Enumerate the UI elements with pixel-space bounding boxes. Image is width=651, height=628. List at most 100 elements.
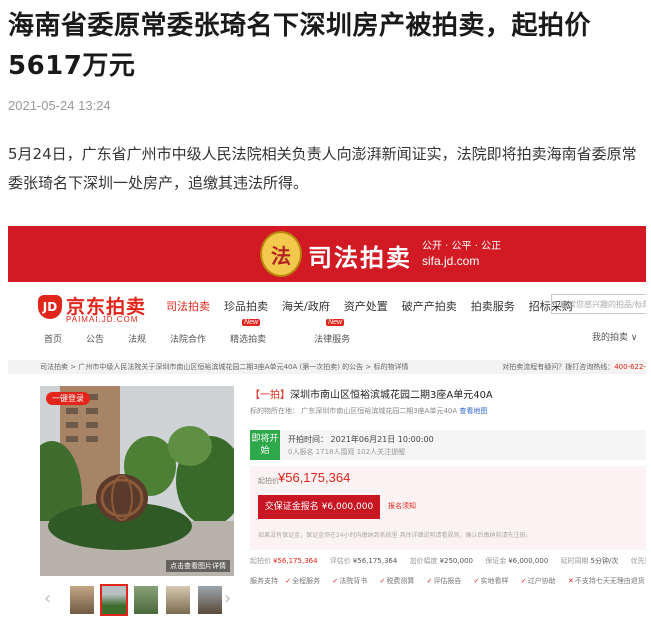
breadcrumb-text[interactable]: 司法拍卖 > 广州市中级人民法院关于深圳市南山区恒裕滨城花园二期3座A单元40A… bbox=[40, 363, 408, 371]
garden-sculpture-image bbox=[40, 386, 234, 576]
judicial-auction-banner: 法 司法拍卖 公开 · 公平 · 公正 sifa.jd.com bbox=[8, 226, 646, 282]
lot-title-text: 深圳市南山区恒裕滨城花园二期3座A单元40A bbox=[290, 390, 493, 401]
auction-params: 起拍价 ¥56,175,364 评估价 ¥56,175,364 加价幅度 ¥250,0… bbox=[250, 556, 646, 566]
deposit-tip: 如果没有保证金，保证金须在24小时内缴纳到系统里 具体详细说明请看规则，确认后缴… bbox=[258, 532, 532, 539]
price-box: 起拍价 ¥56,175,364 交保证金报名 ¥6,000,000 报名须知 如… bbox=[250, 466, 646, 550]
subnav-home[interactable]: 首页 bbox=[44, 332, 62, 345]
param-item: 延时周期 5分钟/次 bbox=[561, 557, 624, 565]
court-emblem-icon: 法 bbox=[260, 231, 302, 277]
article-paragraph: 5月24日，广东省广州市中级人民法院相关负责人向澎湃新闻证实，法院即将拍卖海南省… bbox=[8, 145, 637, 192]
param-label: 保证金 bbox=[485, 557, 507, 565]
start-time: 开拍时间： 2021年06月21日 10:00:00 bbox=[288, 435, 434, 444]
article-title: 海南省委原常委张琦名下深圳房产被拍卖，起拍价5617万元 bbox=[8, 11, 592, 81]
status-badge: 即将开始 bbox=[250, 430, 280, 460]
service-item: ✓税费测算 bbox=[379, 577, 419, 585]
search-input[interactable]: 搜索您感兴趣的拍品/标题/位置/案号 bbox=[551, 294, 646, 314]
service-item: ✓评估报告 bbox=[427, 577, 467, 585]
thumbnail[interactable] bbox=[166, 586, 190, 614]
thumbnail-strip: ‹ › bbox=[40, 584, 234, 616]
check-icon: ✓ bbox=[426, 577, 433, 585]
my-auction-menu[interactable]: 我的拍卖 ∨ bbox=[592, 330, 637, 343]
thumbnail[interactable] bbox=[100, 584, 128, 616]
nav-asset-disposal[interactable]: 资产处置 bbox=[344, 298, 388, 314]
subnav-announcement[interactable]: 公告 bbox=[86, 332, 104, 345]
starting-price: ¥56,175,364 bbox=[278, 470, 351, 485]
thumb-next-icon[interactable]: › bbox=[224, 588, 231, 609]
property-photo[interactable]: 一键登录 点击查看图片详情 bbox=[40, 386, 234, 576]
map-link[interactable]: 查看地图 bbox=[459, 407, 487, 415]
param-value: ¥56,175,364 bbox=[273, 557, 318, 565]
nav-customs-government[interactable]: 海关/政府 bbox=[282, 298, 330, 314]
subnav-featured[interactable]: 精选拍卖 New bbox=[230, 319, 290, 345]
sub-nav: 首页 公告 法规 法院合作 精选拍卖 New 法律服务 New bbox=[44, 319, 398, 345]
subnav-legal-label: 法律服务 bbox=[314, 335, 351, 345]
price-label: 起拍价 bbox=[258, 477, 279, 485]
location-text: 标的物所在地： 广东深圳市南山区恒裕滨城花园二期3座A单元40A bbox=[250, 407, 458, 415]
service-label[interactable]: 税费测算 bbox=[386, 577, 414, 585]
subnav-laws[interactable]: 法规 bbox=[128, 332, 146, 345]
service-item: ✕不支持七天无理由退货 bbox=[568, 577, 646, 585]
service-label[interactable]: 过户协助 bbox=[528, 577, 556, 585]
photo-caption[interactable]: 点击查看图片详情 bbox=[166, 560, 230, 572]
lot-info: 【一拍】深圳市南山区恒裕滨城花园二期3座A单元40A 标的物所在地： 广东深圳市… bbox=[250, 386, 646, 585]
jd-logo-icon[interactable]: JD bbox=[38, 295, 62, 319]
pay-deposit-button[interactable]: 交保证金报名 ¥6,000,000 bbox=[258, 495, 380, 519]
nav-collectibles[interactable]: 珍品拍卖 bbox=[224, 298, 268, 314]
new-badge: New bbox=[326, 319, 345, 326]
thumbnail[interactable] bbox=[198, 586, 222, 614]
subnav-legal-service[interactable]: 法律服务 New bbox=[314, 319, 374, 345]
service-label[interactable]: 全程服务 bbox=[292, 577, 320, 585]
status-box: 即将开始 开拍时间： 2021年06月21日 10:00:00 0人报名 171… bbox=[250, 430, 646, 460]
param-item: 保证金 ¥6,000,000 bbox=[485, 557, 553, 565]
param-value: ¥250,000 bbox=[439, 557, 473, 565]
cross-icon: ✕ bbox=[567, 577, 574, 585]
param-label: 延时周期 bbox=[560, 557, 589, 565]
param-label: 优先购买权人 bbox=[630, 557, 646, 565]
banner-url: sifa.jd.com bbox=[422, 254, 480, 268]
param-item: 优先购买权人无 bbox=[631, 557, 646, 565]
nav-auction-service[interactable]: 拍卖服务 bbox=[471, 298, 515, 314]
param-label: 加价幅度 bbox=[409, 557, 438, 565]
check-icon: ✓ bbox=[285, 577, 292, 585]
param-value: ¥56,175,364 bbox=[352, 557, 398, 565]
service-label[interactable]: 不支持七天无理由退货 bbox=[575, 577, 645, 585]
new-badge: New bbox=[242, 319, 261, 326]
service-label[interactable]: 法院背书 bbox=[339, 577, 367, 585]
subnav-court-partners[interactable]: 法院合作 bbox=[170, 332, 206, 345]
lot-round: 【一拍】 bbox=[250, 390, 290, 401]
registration-notice-link[interactable]: 报名须知 bbox=[388, 501, 416, 511]
service-label[interactable]: 实地看样 bbox=[481, 577, 509, 585]
param-label: 起拍价 bbox=[250, 557, 271, 565]
hotline-phone: 400-622- bbox=[614, 363, 646, 371]
nav-judicial-auction[interactable]: 司法拍卖 bbox=[166, 298, 210, 314]
param-item: 加价幅度 ¥250,000 bbox=[410, 557, 478, 565]
thumbnail[interactable] bbox=[134, 586, 158, 614]
lot-location: 标的物所在地： 广东深圳市南山区恒裕滨城花园二期3座A单元40A 查看地图 bbox=[250, 406, 646, 416]
check-icon: ✓ bbox=[520, 577, 527, 585]
check-icon: ✓ bbox=[379, 577, 386, 585]
service-item: ✓实地看样 bbox=[474, 577, 514, 585]
auction-screenshot: 法 司法拍卖 公开 · 公平 · 公正 sifa.jd.com JD 京东拍卖 … bbox=[8, 226, 646, 626]
lot-title: 【一拍】深圳市南山区恒裕滨城花园二期3座A单元40A bbox=[250, 386, 646, 401]
photo-tag[interactable]: 一键登录 bbox=[46, 392, 90, 405]
service-item: ✓法院背书 bbox=[332, 577, 372, 585]
param-value: ¥6,000,000 bbox=[508, 557, 549, 565]
service-item: ✓过户协助 bbox=[521, 577, 561, 585]
banner-tagline: 公开 · 公平 · 公正 bbox=[422, 241, 502, 252]
check-icon: ✓ bbox=[332, 577, 339, 585]
service-label[interactable]: 评估报告 bbox=[433, 577, 461, 585]
breadcrumb: 司法拍卖 > 广州市中级人民法院关于深圳市南山区恒裕滨城花园二期3座A单元40A… bbox=[8, 360, 646, 374]
banner-title: 司法拍卖 bbox=[308, 244, 412, 272]
site-header: JD 京东拍卖 PAIMAI.JD.COM 司法拍卖 珍品拍卖 海关/政府 资产… bbox=[8, 282, 646, 354]
hotline-text: 对拍卖流程有疑问？拨打咨询热线： bbox=[502, 363, 615, 371]
watch-stats: 0人报名 1718人围观 102人关注提醒 bbox=[288, 448, 406, 456]
param-value: 5分钟/次 bbox=[590, 557, 619, 565]
service-title: 服务支持 bbox=[250, 577, 278, 585]
main-nav: 司法拍卖 珍品拍卖 海关/政府 资产处置 破产产拍卖 拍卖服务 招标采购 bbox=[166, 298, 587, 314]
nav-bankruptcy[interactable]: 破产产拍卖 bbox=[402, 298, 457, 314]
param-item: 起拍价 ¥56,175,364 bbox=[250, 557, 323, 565]
logo-url: PAIMAI.JD.COM bbox=[66, 315, 139, 324]
thumbnail[interactable] bbox=[70, 586, 94, 614]
thumb-prev-icon[interactable]: ‹ bbox=[44, 588, 51, 609]
service-item: ✓全程服务 bbox=[285, 577, 325, 585]
